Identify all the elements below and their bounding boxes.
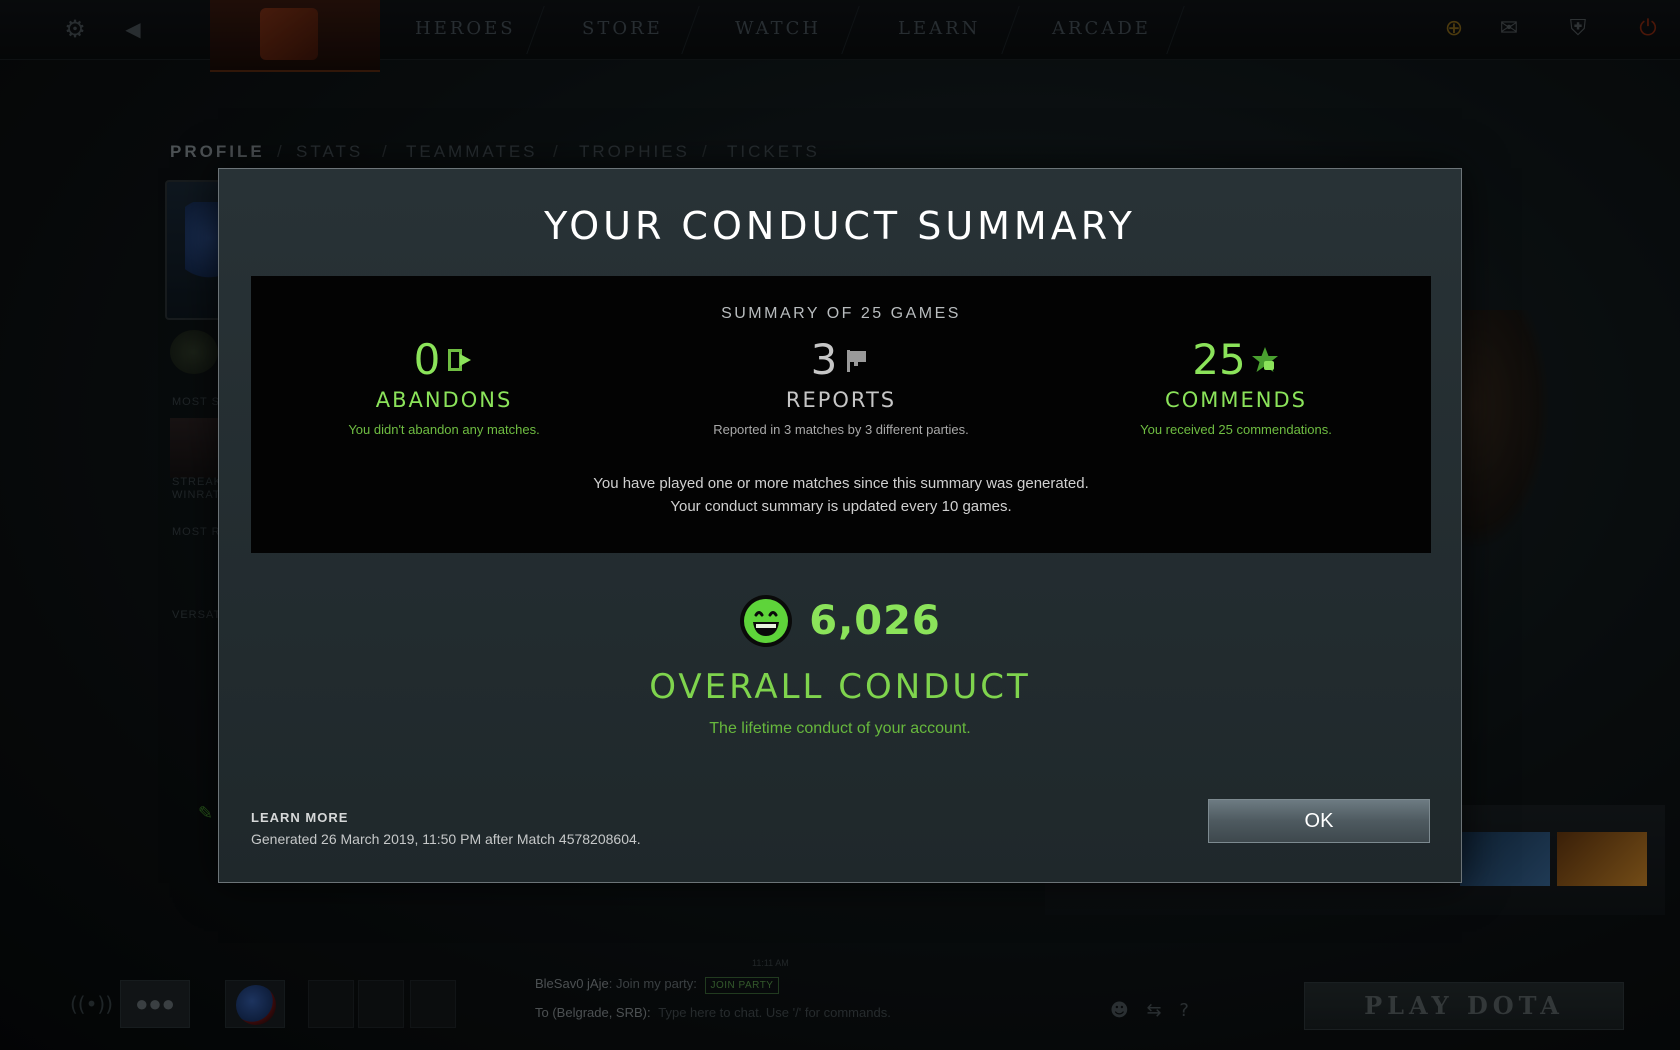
overall-score-row: 6,026	[219, 594, 1461, 648]
flag-icon	[847, 350, 867, 372]
commends-label: COMMENDS	[1165, 388, 1307, 412]
abandons-label: ABANDONS	[375, 388, 513, 412]
summary-panel: SUMMARY OF 25 GAMES 0 ABANDONS You didn'…	[251, 276, 1431, 553]
summary-note: You have played one or more matches sinc…	[251, 472, 1431, 518]
reports-description: Reported in 3 matches by 3 different par…	[713, 422, 969, 437]
abandons-stat: 0 ABANDONS You didn't abandon any matche…	[264, 334, 624, 437]
commends-count: 25	[1192, 335, 1246, 384]
overall-conduct-score: 6,026	[809, 598, 941, 644]
smiley-icon	[740, 595, 793, 647]
reports-stat: 3 REPORTS Reported in 3 matches by 3 dif…	[661, 334, 1021, 437]
overall-conduct-title: OVERALL CONDUCT	[649, 667, 1031, 707]
abandons-count: 0	[413, 335, 441, 384]
abandons-description: You didn't abandon any matches.	[348, 422, 540, 437]
star-thumb-icon	[1251, 347, 1278, 372]
overall-conduct-subtitle: The lifetime conduct of your account.	[709, 720, 971, 737]
summary-note-line: You have played one or more matches sinc…	[593, 475, 1089, 492]
generated-info: Generated 26 March 2019, 11:50 PM after …	[251, 831, 641, 847]
commends-description: You received 25 commendations.	[1140, 422, 1332, 437]
dialog-title: YOUR CONDUCT SUMMARY	[544, 204, 1136, 248]
ok-button[interactable]: OK	[1208, 799, 1430, 843]
summary-heading: SUMMARY OF 25 GAMES	[721, 305, 961, 322]
exit-door-icon	[448, 349, 472, 371]
conduct-summary-dialog: YOUR CONDUCT SUMMARY SUMMARY OF 25 GAMES…	[218, 168, 1462, 883]
learn-more-link[interactable]: LEARN MORE	[251, 810, 348, 825]
commends-stat: 25 COMMENDS You received 25 commendation…	[1056, 334, 1416, 437]
reports-count: 3	[810, 335, 838, 384]
summary-note-line: Your conduct summary is updated every 10…	[670, 498, 1012, 515]
reports-label: REPORTS	[785, 388, 897, 412]
